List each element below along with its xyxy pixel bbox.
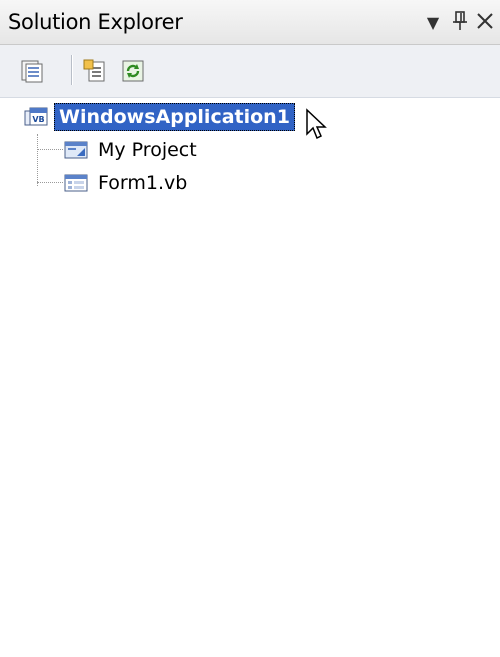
tree-connector-line	[37, 149, 63, 150]
solution-tree: VB WindowsApplication1 My Project Form1.…	[0, 98, 500, 657]
tree-node-label: My Project	[98, 139, 197, 161]
show-all-files-icon	[21, 60, 43, 83]
tree-node-form1-vb[interactable]: Form1.vb	[64, 168, 191, 198]
auto-hide-pin-icon[interactable]	[447, 8, 473, 34]
solution-explorer-toolbar	[0, 45, 500, 98]
refresh-icon	[122, 60, 144, 82]
panel-title-bar: Solution Explorer ▼	[0, 0, 500, 45]
window-position-dropdown-icon[interactable]: ▼	[420, 10, 446, 36]
panel-title: Solution Explorer	[8, 10, 183, 34]
tree-node-my-project[interactable]: My Project	[64, 135, 201, 165]
tree-connector-line	[37, 182, 63, 183]
refresh-button[interactable]	[118, 56, 148, 86]
toolbar-separator	[71, 55, 73, 85]
close-icon	[477, 13, 493, 29]
properties-button[interactable]	[80, 56, 110, 86]
close-panel-icon[interactable]	[472, 8, 498, 34]
vb-project-icon: VB	[24, 106, 48, 128]
tree-connector-line	[37, 134, 38, 186]
properties-icon	[83, 59, 105, 82]
my-project-icon	[64, 139, 88, 161]
solution-explorer-panel: Solution Explorer ▼ VB WindowsApplicatio…	[0, 0, 500, 657]
mouse-pointer-icon	[306, 108, 327, 140]
tree-node-label: WindowsApplication1	[54, 103, 295, 131]
pin-icon	[453, 11, 467, 30]
show-all-files-button[interactable]	[18, 56, 48, 86]
tree-node-windowsapplication1[interactable]: VB WindowsApplication1	[24, 102, 295, 132]
tree-node-label: Form1.vb	[98, 172, 188, 194]
form-icon	[64, 172, 88, 194]
svg-text:VB: VB	[32, 115, 44, 124]
